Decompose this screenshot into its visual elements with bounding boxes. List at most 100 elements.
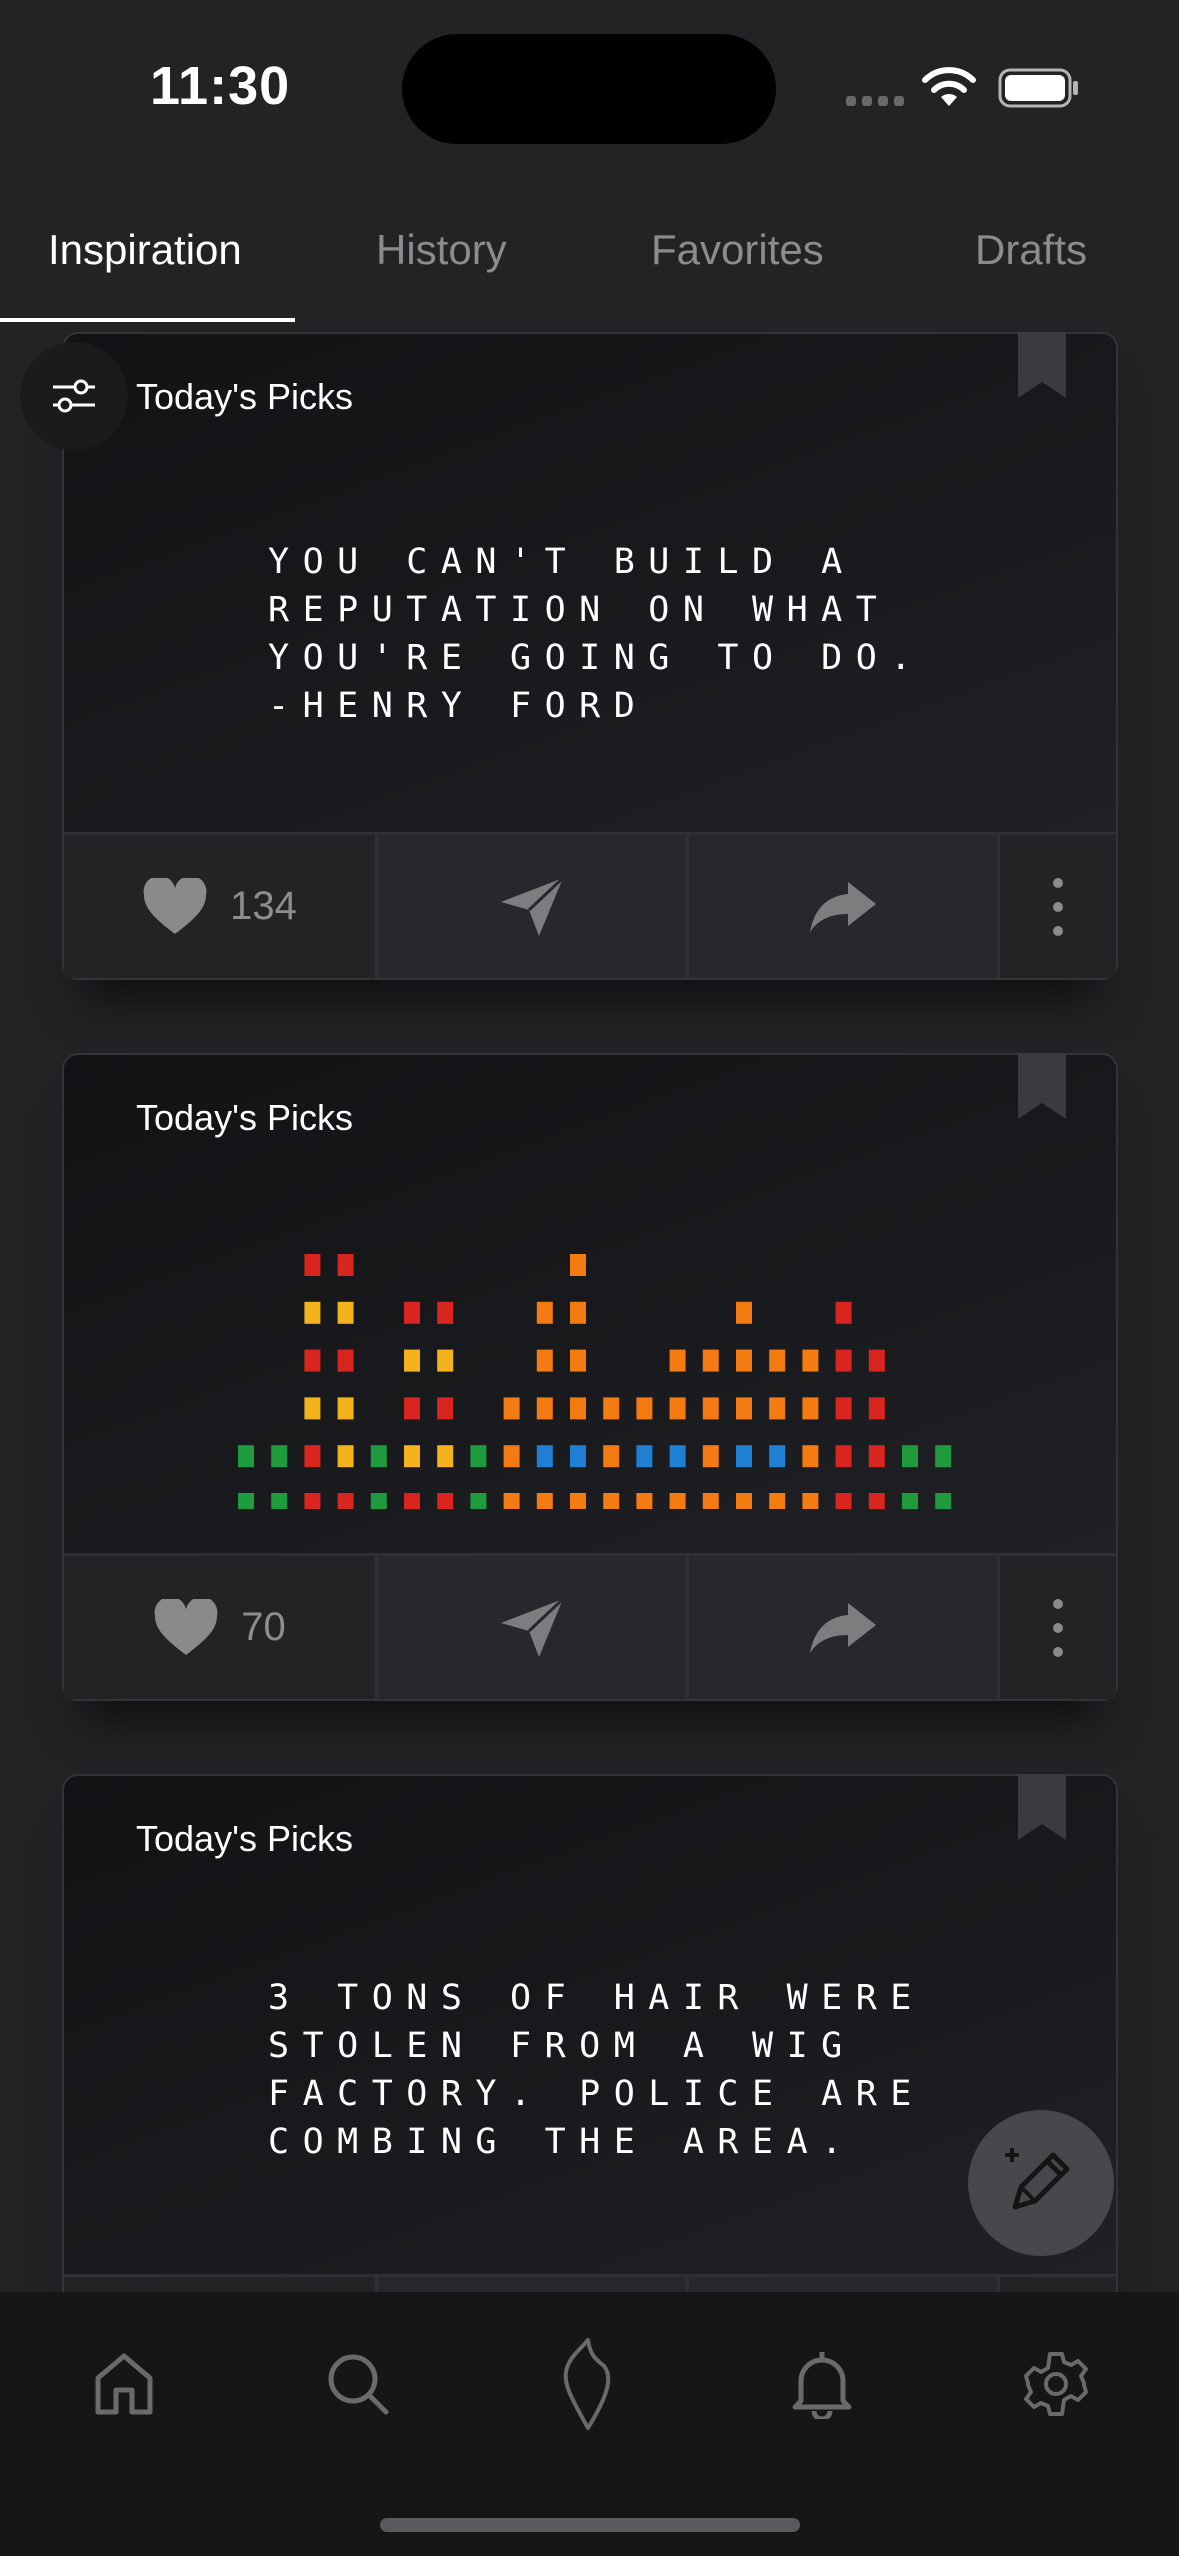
equalizer-pixel	[669, 1445, 686, 1468]
equalizer-pixel	[470, 1445, 487, 1468]
equalizer-pixel	[702, 1445, 719, 1468]
equalizer-pixel	[536, 1445, 553, 1468]
pixel-equalizer-art	[238, 1254, 952, 1509]
equalizer-pixel	[370, 1493, 387, 1509]
nav-home[interactable]	[84, 2344, 164, 2424]
home-icon	[95, 2353, 153, 2415]
top-tab-bar: Inspiration History Favorites Drafts	[0, 200, 1179, 322]
equalizer-pixel	[337, 1493, 354, 1509]
equalizer-pixel	[769, 1445, 786, 1468]
share-button[interactable]	[686, 1556, 997, 1699]
equalizer-pixel	[769, 1349, 786, 1372]
gear-icon	[1024, 2352, 1088, 2416]
status-time: 11:30	[150, 56, 291, 116]
share-arrow-icon	[810, 881, 876, 932]
equalizer-pixel	[304, 1349, 321, 1372]
filter-button[interactable]	[20, 342, 128, 450]
equalizer-pixel	[636, 1493, 653, 1509]
like-button[interactable]: 134	[64, 835, 375, 978]
card-category-label: Today's Picks	[136, 376, 353, 417]
equalizer-pixel	[570, 1445, 586, 1468]
equalizer-pixel	[404, 1397, 420, 1420]
equalizer-pixel	[570, 1397, 586, 1420]
paper-plane-icon	[501, 1597, 565, 1657]
equalizer-pixel	[868, 1397, 885, 1420]
equalizer-pixel	[570, 1301, 586, 1324]
bookmark-icon[interactable]	[1018, 1053, 1066, 1119]
tab-drafts[interactable]: Drafts	[975, 226, 1087, 274]
equalizer-pixel	[437, 1397, 454, 1420]
equalizer-pixel	[736, 1493, 752, 1509]
nav-notifications[interactable]	[782, 2344, 862, 2424]
like-count: 134	[230, 884, 297, 928]
bottom-tab-bar	[0, 2292, 1179, 2556]
equalizer-pixel	[736, 1397, 752, 1420]
post-card[interactable]: Today's Picks 70	[62, 1053, 1118, 1701]
equalizer-pixel	[570, 1254, 586, 1276]
more-options-button[interactable]	[997, 1556, 1116, 1699]
compose-button[interactable]	[968, 2110, 1114, 2256]
send-button[interactable]	[375, 2277, 686, 2292]
post-card[interactable]: Today's Picks YOU CAN'T BUILD A REPUTATI…	[62, 332, 1118, 980]
equalizer-pixel	[835, 1301, 852, 1324]
equalizer-pixel	[669, 1349, 686, 1372]
more-vertical-icon	[1053, 877, 1063, 936]
card-action-bar: 134	[64, 832, 1116, 978]
more-options-button[interactable]	[997, 835, 1116, 978]
equalizer-pixel	[736, 1445, 752, 1468]
like-count: 70	[241, 1605, 286, 1649]
equalizer-pixel	[769, 1493, 786, 1509]
share-button[interactable]	[686, 835, 997, 978]
nav-search[interactable]	[318, 2344, 398, 2424]
equalizer-pixel	[536, 1349, 553, 1372]
equalizer-pixel	[769, 1397, 786, 1420]
equalizer-pixel	[370, 1445, 387, 1468]
equalizer-pixel	[437, 1349, 454, 1372]
equalizer-pixel	[736, 1301, 752, 1324]
nav-settings[interactable]	[1016, 2344, 1096, 2424]
equalizer-pixel	[902, 1445, 918, 1468]
flame-icon	[563, 2338, 611, 2430]
equalizer-pixel	[570, 1349, 586, 1372]
equalizer-pixel	[835, 1445, 852, 1468]
equalizer-pixel	[304, 1397, 321, 1420]
equalizer-pixel	[935, 1493, 952, 1509]
like-button[interactable]: 70	[64, 1556, 375, 1699]
card-category-label: Today's Picks	[136, 1818, 353, 1859]
home-indicator	[380, 2518, 800, 2532]
equalizer-pixel	[636, 1445, 653, 1468]
equalizer-pixel	[802, 1493, 819, 1509]
bookmark-icon[interactable]	[1018, 332, 1066, 398]
equalizer-pixel	[304, 1301, 321, 1324]
more-options-button[interactable]	[997, 2277, 1116, 2292]
equalizer-pixel	[669, 1493, 686, 1509]
equalizer-pixel	[702, 1397, 719, 1420]
share-arrow-icon	[810, 1602, 876, 1653]
card-action-bar: 70	[64, 1553, 1116, 1699]
equalizer-pixel	[603, 1493, 620, 1509]
post-card[interactable]: Today's Picks 3 TONS OF HAIR WERE STOLEN…	[62, 1774, 1118, 2292]
equalizer-pixel	[802, 1445, 819, 1468]
feed[interactable]: Today's Picks YOU CAN'T BUILD A REPUTATI…	[0, 322, 1179, 2292]
equalizer-pixel	[702, 1349, 719, 1372]
wifi-icon	[922, 67, 976, 106]
equalizer-pixel	[304, 1445, 321, 1468]
bookmark-icon[interactable]	[1018, 1774, 1066, 1840]
send-button[interactable]	[375, 835, 686, 978]
card-category-label: Today's Picks	[136, 1097, 353, 1138]
equalizer-pixel	[702, 1493, 719, 1509]
equalizer-pixel	[802, 1397, 819, 1420]
tab-favorites[interactable]: Favorites	[651, 226, 824, 274]
equalizer-pixel	[736, 1349, 752, 1372]
equalizer-pixel	[570, 1493, 586, 1509]
tab-history[interactable]: History	[376, 226, 507, 274]
like-button[interactable]	[64, 2277, 375, 2292]
nav-create[interactable]	[548, 2338, 628, 2430]
equalizer-pixel	[238, 1493, 254, 1509]
tab-inspiration[interactable]: Inspiration	[48, 226, 242, 274]
equalizer-pixel	[835, 1493, 852, 1509]
send-button[interactable]	[375, 1556, 686, 1699]
equalizer-pixel	[337, 1301, 354, 1324]
share-button[interactable]	[686, 2277, 997, 2292]
equalizer-pixel	[536, 1493, 553, 1509]
